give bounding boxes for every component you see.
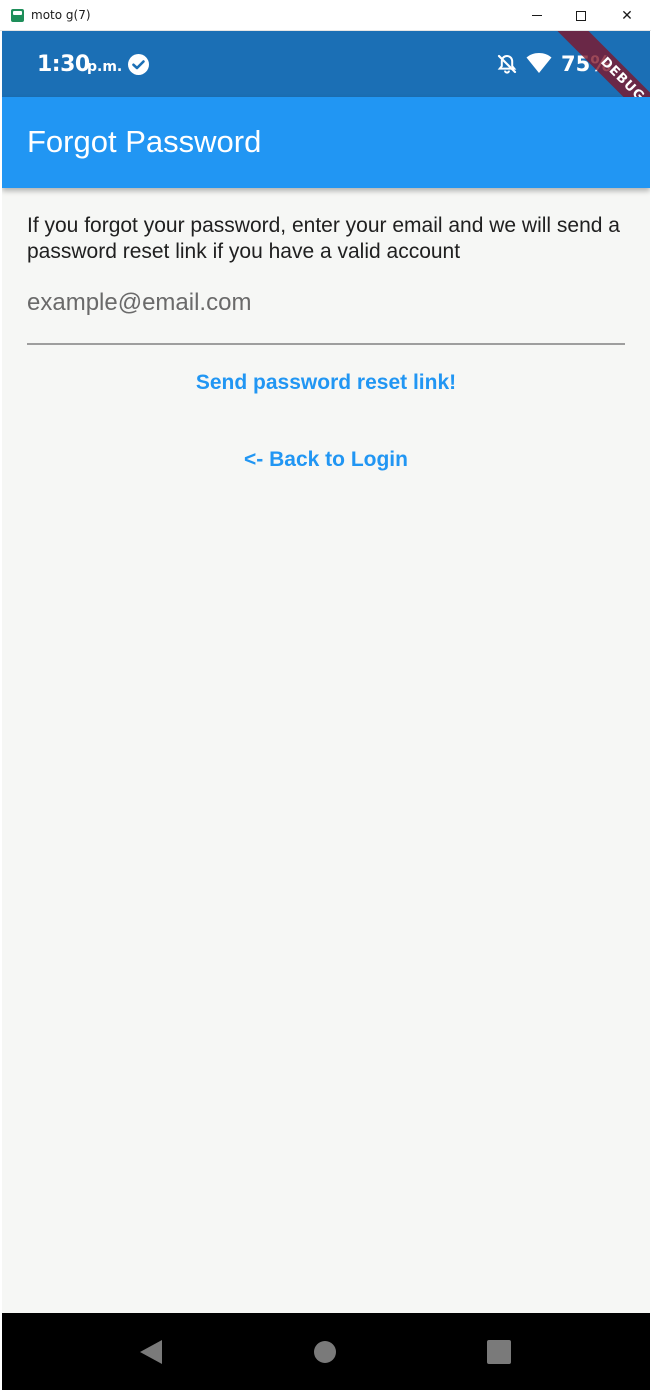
navigation-bar [2,1313,650,1390]
app-icon [11,9,24,22]
intro-text: If you forgot your password, enter your … [27,214,620,263]
recent-square-icon[interactable] [487,1340,511,1364]
forgot-password-form: If you forgot your password, enter your … [27,213,625,471]
email-field[interactable] [27,283,625,345]
minimize-icon [532,15,542,16]
close-button[interactable]: ✕ [604,0,650,31]
back-to-login-button[interactable]: <- Back to Login [27,448,625,472]
maximize-icon [576,10,586,21]
bell-off-icon [496,53,518,75]
window-title: moto g(7) [31,8,91,22]
status-bar: 1:30 p.m. 75% DEBUG [2,31,650,145]
wifi-icon [526,52,552,74]
phone-screen: 1:30 p.m. 75% DEBUG Forgot Password If y… [2,31,650,1390]
send-reset-link-button[interactable]: Send password reset link! [27,371,625,395]
minimize-button[interactable] [514,0,560,31]
close-icon: ✕ [621,7,633,24]
status-ampm: p.m. [87,59,123,75]
back-triangle-icon[interactable] [139,1339,163,1370]
window-titlebar: moto g(7) ✕ [0,0,651,31]
page-title: Forgot Password [27,124,262,159]
check-circle-icon [128,54,149,75]
maximize-button[interactable] [558,0,604,31]
status-time: 1:30 [37,52,90,77]
app-bar: Forgot Password [2,97,650,188]
home-circle-icon[interactable] [314,1341,336,1363]
